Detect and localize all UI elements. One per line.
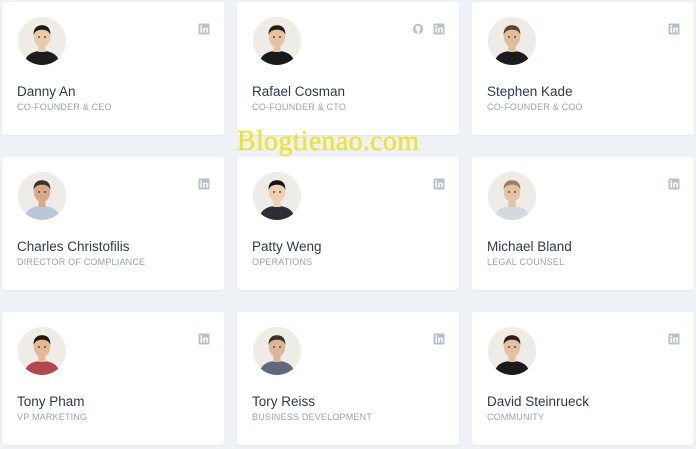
avatar (18, 327, 66, 375)
avatar (18, 172, 66, 220)
github-icon[interactable] (412, 23, 424, 35)
member-role: CO-FOUNDER & COO (487, 102, 583, 112)
member-role: OPERATIONS (252, 257, 313, 267)
avatar (488, 172, 536, 220)
team-member-card: Michael Bland LEGAL COUNSEL (472, 157, 694, 290)
avatar (18, 17, 66, 65)
linkedin-icon[interactable] (198, 178, 210, 190)
social-links (198, 23, 210, 35)
team-member-card: Charles Christofilis DIRECTOR OF COMPLIAN… (2, 157, 224, 290)
linkedin-icon[interactable] (668, 333, 680, 345)
member-name: Tory Reiss (252, 394, 316, 409)
social-links (668, 333, 680, 345)
member-role: VP MARKETING (17, 412, 88, 422)
linkedin-icon[interactable] (433, 23, 445, 35)
linkedin-icon[interactable] (668, 23, 680, 35)
avatar (253, 17, 301, 65)
linkedin-icon[interactable] (668, 178, 680, 190)
linkedin-icon[interactable] (433, 178, 445, 190)
team-member-card: Tony Pham VP MARKETING (2, 312, 224, 445)
member-role: CO-FOUNDER & CEO (17, 102, 112, 112)
linkedin-icon[interactable] (433, 333, 445, 345)
member-name: Stephen Kade (487, 84, 573, 99)
team-member-card: Patty Weng OPERATIONS (237, 157, 459, 290)
member-role: DIRECTOR OF COMPLIANCE (17, 257, 146, 267)
avatar (488, 327, 536, 375)
social-links (412, 23, 445, 35)
member-role: BUSINESS DEVELOPMENT (252, 412, 373, 422)
member-name: Charles Christofilis (17, 239, 130, 254)
linkedin-icon[interactable] (198, 23, 210, 35)
member-name: Danny An (17, 84, 76, 99)
member-name: David Steinrueck (487, 394, 590, 409)
team-member-card: Stephen Kade CO-FOUNDER & COO (472, 2, 694, 135)
member-name: Tony Pham (17, 394, 85, 409)
social-links (198, 333, 210, 345)
member-role: CO-FOUNDER & CTO (252, 102, 347, 112)
member-name: Rafael Cosman (252, 84, 346, 99)
social-links (668, 178, 680, 190)
member-role: LEGAL COUNSEL (487, 257, 565, 267)
member-name: Patty Weng (252, 239, 322, 254)
team-member-card: David Steinrueck COMMUNITY (472, 312, 694, 445)
linkedin-icon[interactable] (198, 333, 210, 345)
social-links (433, 178, 445, 190)
member-name: Michael Bland (487, 239, 572, 254)
team-member-card: Danny An CO-FOUNDER & CEO (2, 2, 224, 135)
member-role: COMMUNITY (487, 412, 545, 422)
social-links (668, 23, 680, 35)
social-links (198, 178, 210, 190)
team-member-card: Rafael Cosman CO-FOUNDER & CTO (237, 2, 459, 135)
avatar (488, 17, 536, 65)
team-member-card: Tory Reiss BUSINESS DEVELOPMENT (237, 312, 459, 445)
avatar (253, 172, 301, 220)
avatar (253, 327, 301, 375)
social-links (433, 333, 445, 345)
